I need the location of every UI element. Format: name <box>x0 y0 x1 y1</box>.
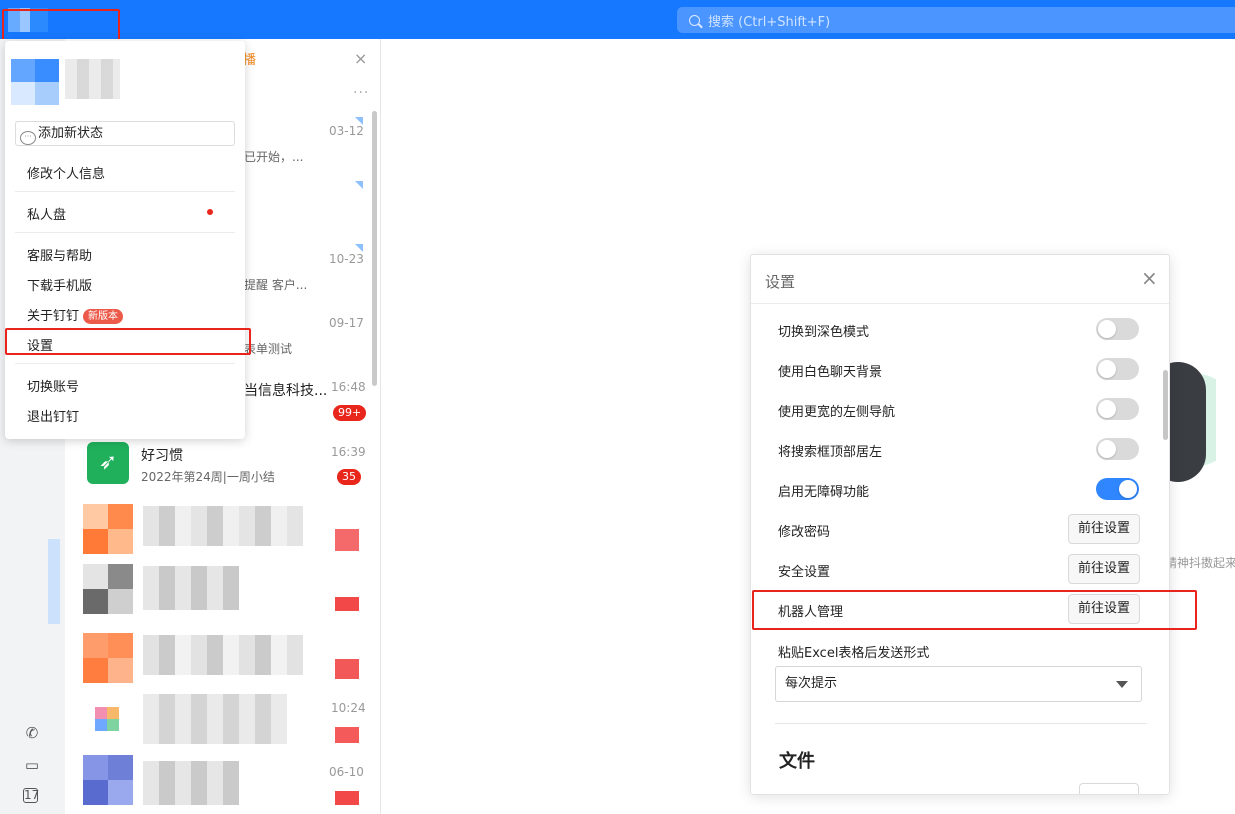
menu-help[interactable]: 客服与帮助 <box>27 245 92 264</box>
accessibility-label: 启用无障碍功能 <box>778 485 870 500</box>
security-label: 安全设置 <box>778 565 831 580</box>
search-left-toggle[interactable] <box>1096 438 1139 460</box>
welcome-hint-text: 精神抖擞起来 <box>1165 556 1235 570</box>
conv-preview: 表单测试 <box>244 342 293 356</box>
blurred-badge <box>335 791 359 805</box>
new-version-badge: 新版本 <box>83 309 124 324</box>
search-box[interactable]: 搜索 (Ctrl+Shift+F) <box>677 7 1235 33</box>
conv-date: 16:48 <box>331 380 366 394</box>
menu-switch-account[interactable]: 切换账号 <box>27 376 79 395</box>
wide-nav-toggle[interactable] <box>1096 398 1139 420</box>
blurred-avatar <box>95 707 119 731</box>
blurred-text <box>143 694 287 744</box>
excel-paste-select[interactable]: 每次提示 <box>775 666 1142 702</box>
blurred-badge <box>335 597 359 611</box>
conv-name-fragment: 当信息科技... <box>244 383 328 399</box>
menu-about[interactable]: 关于钉钉 新版本 <box>27 305 124 324</box>
pin-corner-marker <box>355 244 363 252</box>
excel-paste-label: 粘贴Excel表格后发送形式 <box>778 646 930 661</box>
menu-download-mobile[interactable]: 下载手机版 <box>27 275 92 294</box>
annotation-highlight-avatar <box>2 9 120 41</box>
dark-mode-label: 切换到深色模式 <box>778 325 870 340</box>
close-icon[interactable]: × <box>1141 268 1158 288</box>
dark-mode-toggle[interactable] <box>1096 318 1139 340</box>
menu-divider <box>15 191 235 192</box>
change-password-button[interactable]: 前往设置 <box>1068 514 1140 544</box>
calendar-icon[interactable]: 17 <box>23 788 39 803</box>
dingtalk-window: 搜索 (Ctrl+Shift+F) ✆ ▭ 17 播 × ··· 03-12 已… <box>0 0 1235 814</box>
white-bg-toggle[interactable] <box>1096 358 1139 380</box>
add-status-label: 添加新状态 <box>38 126 104 141</box>
conv-preview: 提醒 客户... <box>244 278 308 292</box>
section-divider <box>775 723 1147 724</box>
profile-menu: ··· 添加新状态 修改个人信息 私人盘 客服与帮助 下载手机版 关于钉钉 新版本 … <box>5 41 245 439</box>
blurred-avatar <box>83 504 133 554</box>
conv-preview: 已开始，... <box>244 150 304 164</box>
blurred-badge <box>335 727 359 743</box>
profile-avatar <box>11 59 59 105</box>
close-icon[interactable]: × <box>354 49 367 68</box>
file-section-heading: 文件 <box>779 751 815 772</box>
conv-date: 03-12 <box>329 124 364 138</box>
unread-badge: 99+ <box>333 405 367 421</box>
conv-date: 10:24 <box>331 701 366 715</box>
top-bar: 搜索 (Ctrl+Shift+F) <box>0 0 1235 39</box>
dialog-title: 设置 <box>765 273 796 291</box>
blurred-text <box>143 761 239 805</box>
dialog-scrollbar[interactable] <box>1163 370 1168 440</box>
profile-name-blurred <box>65 59 120 99</box>
blurred-avatar <box>83 564 133 614</box>
file-setting-button-partial[interactable] <box>1079 783 1139 794</box>
menu-logout[interactable]: 退出钉钉 <box>27 406 79 425</box>
inbox-icon[interactable]: ▭ <box>23 756 41 774</box>
accessibility-toggle[interactable] <box>1096 478 1139 500</box>
conv-date: 06-10 <box>329 765 364 779</box>
blurred-badge <box>335 659 359 679</box>
settings-dialog: 设置 × 切换到深色模式 使用白色聊天背景 使用更宽的左侧导航 将搜索框顶部居左… <box>750 254 1170 795</box>
blurred-text <box>143 506 303 546</box>
menu-about-label: 关于钉钉 <box>27 309 80 324</box>
pin-corner-marker <box>355 181 363 189</box>
blurred-avatar <box>83 755 133 805</box>
chat-bubble-icon: ··· <box>20 131 36 145</box>
notification-dot <box>207 209 213 215</box>
conv-date: 10-23 <box>329 252 364 266</box>
blurred-avatar <box>83 633 133 683</box>
add-status-button[interactable]: ··· 添加新状态 <box>15 121 235 146</box>
conversation-scrollbar[interactable] <box>372 111 377 386</box>
phone-icon[interactable]: ✆ <box>23 724 41 742</box>
security-button[interactable]: 前往设置 <box>1068 554 1140 584</box>
wide-nav-label: 使用更宽的左侧导航 <box>778 405 896 420</box>
search-left-label: 将搜索框顶部居左 <box>778 445 883 460</box>
conv-date: 16:39 <box>331 445 366 459</box>
change-password-label: 修改密码 <box>778 525 831 540</box>
chevron-down-icon <box>1116 681 1128 688</box>
menu-divider <box>15 363 235 364</box>
conv-date: 09-17 <box>329 316 364 330</box>
blurred-text <box>143 566 239 610</box>
unread-badge: 35 <box>337 469 361 485</box>
search-icon <box>689 14 700 26</box>
annotation-highlight-settings <box>5 328 251 355</box>
excel-paste-value: 每次提示 <box>785 676 838 691</box>
white-bg-label: 使用白色聊天背景 <box>778 365 883 380</box>
blurred-text <box>143 635 303 675</box>
conv-preview: 2022年第24周|一周小结 <box>141 470 275 484</box>
nav-blurred-item <box>48 539 60 624</box>
menu-edit-profile[interactable]: 修改个人信息 <box>27 163 105 182</box>
annotation-highlight-robot-management <box>752 590 1197 630</box>
dialog-header-divider <box>751 303 1169 304</box>
menu-private-drive[interactable]: 私人盘 <box>27 204 66 223</box>
conv-name[interactable]: 好习惯 <box>141 445 183 465</box>
more-icon[interactable]: ··· <box>353 85 369 101</box>
rocket-app-icon: ➶ <box>87 442 129 484</box>
blurred-badge <box>335 529 359 551</box>
search-placeholder: 搜索 (Ctrl+Shift+F) <box>708 14 831 30</box>
menu-divider <box>15 232 235 233</box>
